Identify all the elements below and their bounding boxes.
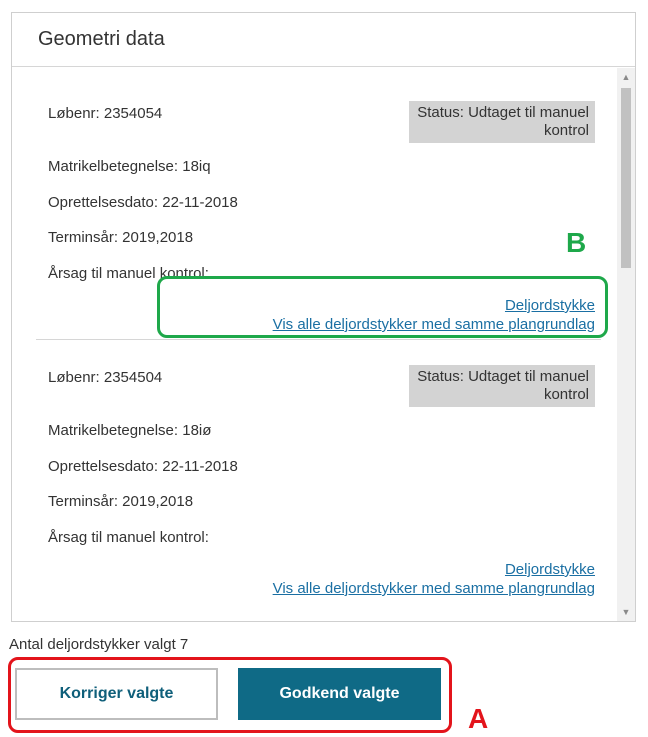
annotation-box-b xyxy=(157,276,608,338)
deljordstykke-link[interactable]: Deljordstykke xyxy=(273,560,595,579)
selected-count-text: Antal deljordstykker valgt 7 xyxy=(9,636,189,653)
records-scroll-area[interactable]: Løbenr: 2354054 Status: Udtaget til manu… xyxy=(12,68,635,621)
aarsag-text: Årsag til manuel kontrol: xyxy=(48,529,209,546)
record-item: Løbenr: 2354504 Status: Udtaget til manu… xyxy=(36,342,601,602)
annotation-label-b: B xyxy=(566,227,587,258)
scroll-down-arrow-icon[interactable]: ▼ xyxy=(617,603,635,621)
scroll-up-arrow-icon[interactable]: ▲ xyxy=(617,68,635,86)
terminsaar-text: Terminsår: 2019,2018 xyxy=(48,493,194,510)
vis-alle-deljordstykker-link[interactable]: Vis alle deljordstykker med samme plangr… xyxy=(273,579,595,598)
annotation-label-a: A xyxy=(468,703,489,734)
scrollbar-thumb[interactable] xyxy=(621,88,631,268)
status-badge: Status: Udtaget til manuel kontrol xyxy=(409,365,595,407)
record-divider xyxy=(36,339,601,340)
oprettelsesdato-text: Oprettelsesdato: 22-11-2018 xyxy=(48,194,238,211)
annotation-box-a xyxy=(8,657,452,733)
lobenr-text: Løbenr: 2354054 xyxy=(48,105,163,122)
status-badge: Status: Udtaget til manuel kontrol xyxy=(409,101,595,143)
lobenr-text: Løbenr: 2354504 xyxy=(48,369,163,386)
matrikelbetegnelse-text: Matrikelbetegnelse: 18iq xyxy=(48,158,211,175)
matrikelbetegnelse-text: Matrikelbetegnelse: 18iø xyxy=(48,422,212,439)
oprettelsesdato-text: Oprettelsesdato: 22-11-2018 xyxy=(48,458,238,475)
record-links: Deljordstykke Vis alle deljordstykker me… xyxy=(273,560,595,598)
terminsaar-text: Terminsår: 2019,2018 xyxy=(48,229,194,246)
vertical-scrollbar[interactable]: ▲ ▼ xyxy=(617,68,635,621)
panel-title: Geometri data xyxy=(12,13,635,67)
records-list: Løbenr: 2354054 Status: Udtaget til manu… xyxy=(12,68,617,621)
